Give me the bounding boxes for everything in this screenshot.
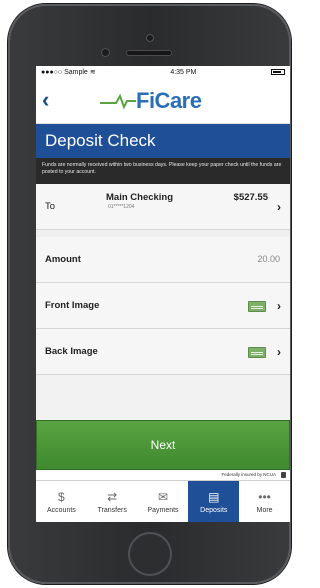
chevron-right-icon: › bbox=[277, 200, 281, 214]
carrier-label: ●●●○○ Sample bbox=[41, 68, 88, 76]
front-camera bbox=[101, 48, 110, 57]
battery-icon bbox=[271, 69, 285, 75]
deposit-icon: ▤ bbox=[208, 490, 220, 504]
more-icon: ••• bbox=[258, 490, 271, 504]
ncua-notice: Federally insured by NCUA bbox=[36, 470, 290, 480]
app-logo: FiCare bbox=[100, 88, 202, 114]
nav-bar: ‹ FiCare bbox=[36, 78, 290, 124]
tab-payments[interactable]: ✉ Payments bbox=[138, 481, 189, 522]
back-image-label: Back Image bbox=[45, 346, 98, 357]
chevron-right-icon: › bbox=[277, 299, 281, 313]
transfer-icon: ⇄ bbox=[107, 490, 118, 504]
page-title: Deposit Check bbox=[36, 124, 290, 158]
carrier-area: ●●●○○ Sample ≋ bbox=[41, 68, 96, 77]
to-account-row[interactable]: To Main Checking 01*****1204 $527.55 › bbox=[36, 184, 290, 230]
account-balance: $527.55 bbox=[233, 192, 268, 203]
wifi-icon: ≋ bbox=[89, 69, 96, 76]
status-time: 4:35 PM bbox=[170, 68, 197, 76]
tab-label: Payments bbox=[147, 507, 179, 514]
check-image-icon bbox=[248, 347, 266, 358]
tab-bar: $ Accounts ⇄ Transfers ✉ Payments ▤ Depo… bbox=[36, 480, 290, 522]
front-image-label: Front Image bbox=[45, 300, 100, 311]
tab-transfers[interactable]: ⇄ Transfers bbox=[87, 481, 138, 522]
deposit-notice: Funds are normally received within two b… bbox=[36, 158, 290, 184]
check-image-icon bbox=[248, 301, 266, 312]
next-button[interactable]: Next bbox=[36, 420, 290, 470]
dollar-icon: $ bbox=[58, 490, 65, 504]
tab-label: More bbox=[256, 507, 273, 514]
phone-frame: ●●●○○ Sample ≋ 4:35 PM ‹ FiCare Deposit … bbox=[8, 4, 291, 584]
back-image-row[interactable]: Back Image › bbox=[36, 329, 290, 375]
phone-sensor bbox=[146, 34, 154, 42]
home-button[interactable] bbox=[128, 532, 172, 576]
amount-value[interactable]: 20.00 bbox=[257, 254, 280, 264]
payments-icon: ✉ bbox=[157, 490, 169, 504]
logo-pulse-icon bbox=[100, 93, 136, 110]
account-number: 01*****1204 bbox=[108, 204, 135, 210]
chevron-right-icon: › bbox=[277, 345, 281, 359]
status-bar: ●●●○○ Sample ≋ 4:35 PM bbox=[36, 66, 290, 78]
chevron-left-icon[interactable]: ‹ bbox=[42, 89, 49, 111]
tab-accounts[interactable]: $ Accounts bbox=[36, 481, 87, 522]
amount-label: Amount bbox=[45, 254, 81, 265]
section-divider bbox=[36, 230, 290, 237]
amount-row[interactable]: Amount 20.00 bbox=[36, 237, 290, 283]
tab-deposits[interactable]: ▤ Deposits bbox=[188, 481, 240, 522]
account-name: Main Checking bbox=[106, 192, 174, 203]
ncua-text: Federally insured by NCUA bbox=[221, 472, 276, 477]
app-screen: ●●●○○ Sample ≋ 4:35 PM ‹ FiCare Deposit … bbox=[36, 66, 290, 522]
tab-more[interactable]: ••• More bbox=[239, 481, 290, 522]
tab-label: Transfers bbox=[97, 507, 127, 514]
earpiece-speaker bbox=[126, 50, 172, 56]
front-image-row[interactable]: Front Image › bbox=[36, 283, 290, 329]
lock-icon bbox=[281, 472, 286, 478]
logo-text: FiCare bbox=[136, 88, 202, 113]
to-label: To bbox=[45, 201, 56, 212]
tab-label: Deposits bbox=[200, 507, 228, 514]
tab-label: Accounts bbox=[47, 507, 76, 514]
